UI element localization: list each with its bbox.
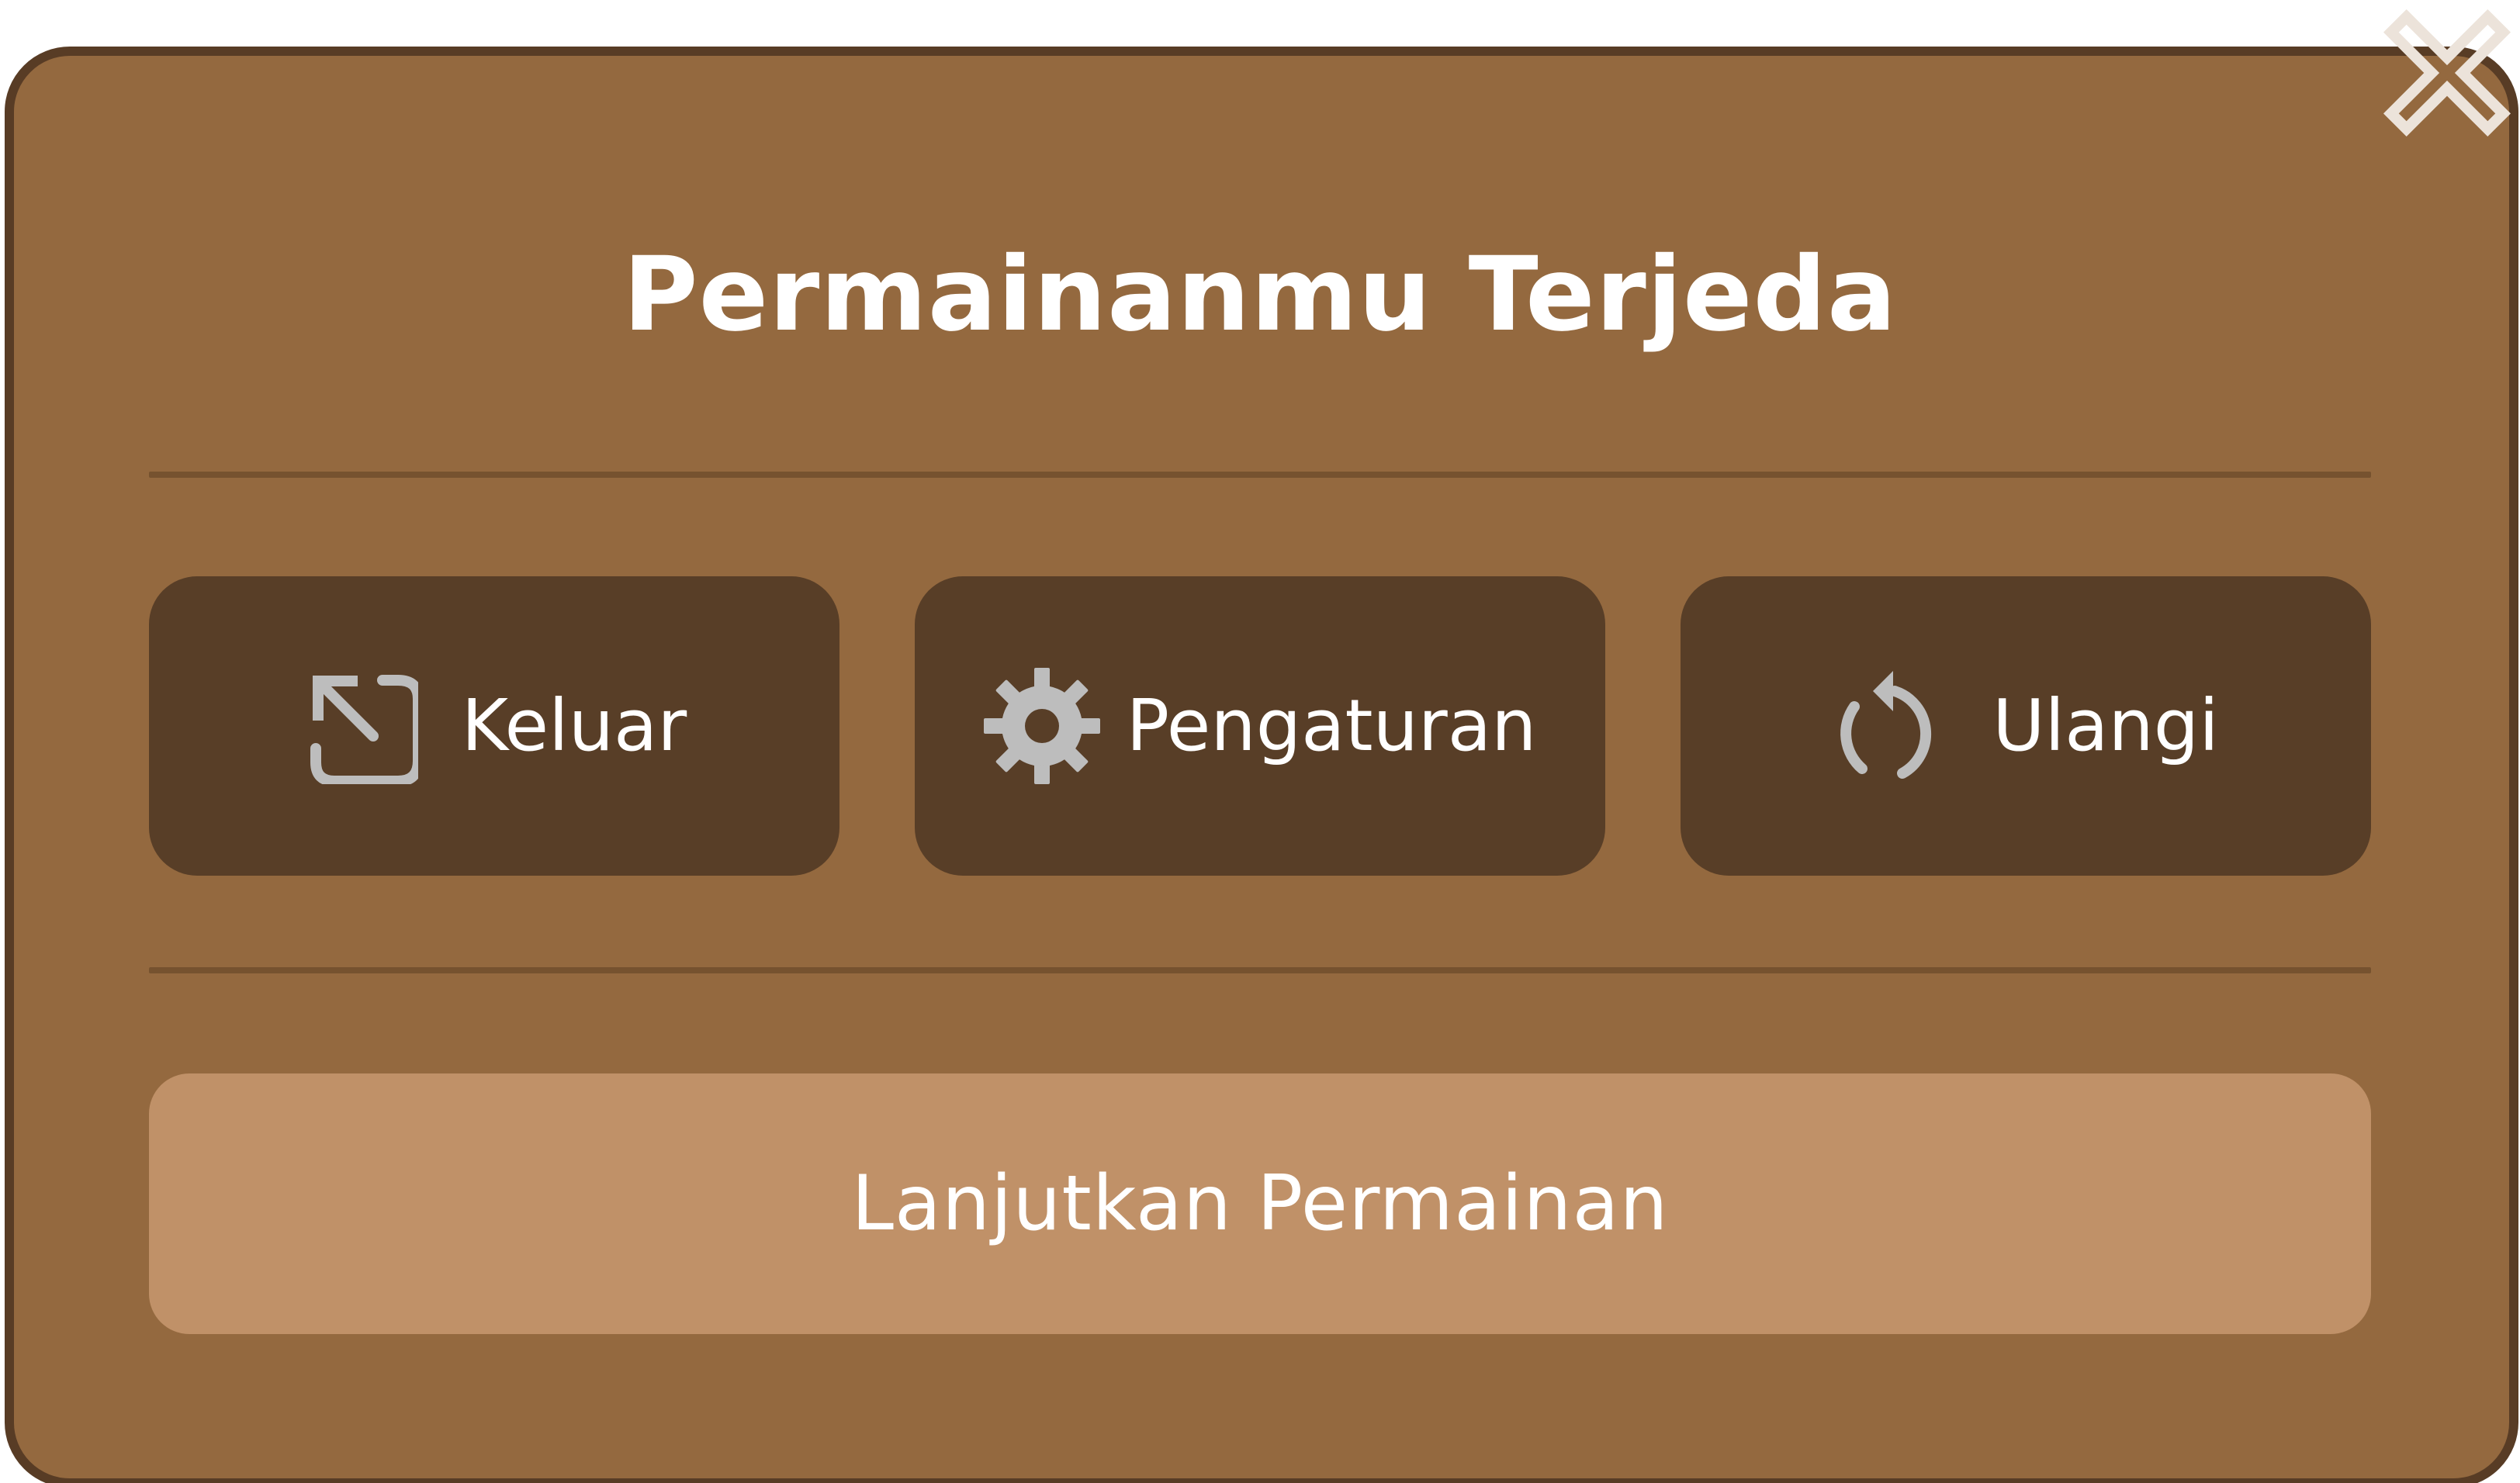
resume-game-button[interactable]: Lanjutkan Permainan xyxy=(149,1073,2371,1334)
restart-icon xyxy=(1833,668,1949,784)
exit-button[interactable]: Keluar xyxy=(149,576,839,876)
close-button[interactable] xyxy=(2374,0,2520,146)
restart-label: Ulangi xyxy=(1992,684,2219,767)
settings-button[interactable]: Pengaturan xyxy=(915,576,1605,876)
settings-label: Pengaturan xyxy=(1126,684,1537,767)
resume-label: Lanjutkan Permainan xyxy=(851,1160,1669,1248)
pause-screen: Permainanmu Terjeda Keluar Pengaturan Ul… xyxy=(0,0,2520,1483)
divider-top xyxy=(149,472,2371,478)
close-x-icon xyxy=(2383,9,2511,137)
exit-label: Keluar xyxy=(461,684,687,767)
restart-button[interactable]: Ulangi xyxy=(1681,576,2371,876)
divider-bottom xyxy=(149,967,2371,973)
dialog-title: Permainanmu Terjeda xyxy=(622,235,1898,354)
gear-icon xyxy=(983,668,1100,784)
exit-arrow-icon xyxy=(302,668,418,784)
